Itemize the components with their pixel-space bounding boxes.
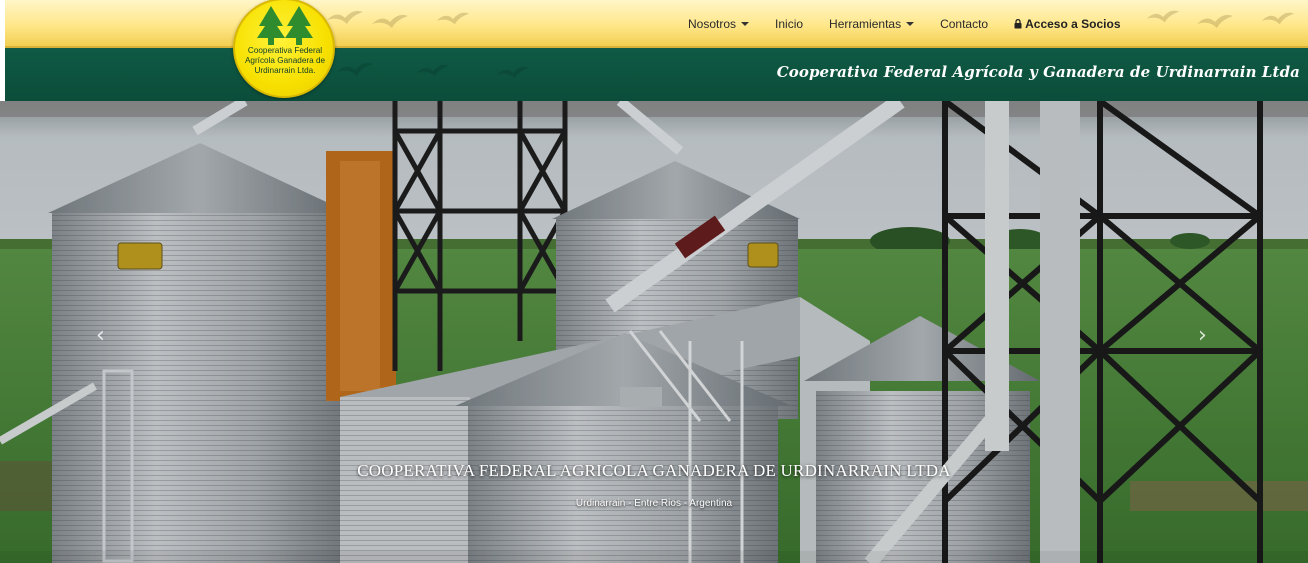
hero-carousel: ‹ › COOPERATIVA FEDERAL AGRICOLA GANADER…	[0, 101, 1308, 563]
carousel-indicators	[0, 551, 1308, 563]
nav-acceso-socios-link[interactable]: Acceso a Socios	[1001, 17, 1133, 31]
logo-line: Agrícola Ganadera de	[244, 56, 326, 65]
logo-line: Cooperativa Federal	[247, 46, 323, 55]
bird-decoration-icon	[327, 10, 363, 24]
tree-logo-icon	[257, 6, 313, 45]
carousel-prev-button[interactable]: ‹	[96, 323, 105, 348]
top-bar: Nosotros Inicio Herramientas Contacto Ac…	[5, 0, 1308, 48]
lock-icon	[1014, 19, 1022, 29]
bird-decoration-icon	[416, 64, 450, 77]
caret-down-icon	[741, 22, 750, 26]
nav-label: Acceso a Socios	[1025, 17, 1121, 31]
silo-photo	[0, 101, 1308, 563]
nav-label: Contacto	[940, 17, 989, 31]
nav-label: Nosotros	[688, 17, 737, 31]
nav-label: Herramientas	[829, 17, 902, 31]
hero-subtitle: Urdinarrain - Entre Rios - Argentina	[575, 498, 733, 509]
bird-decoration-icon	[436, 12, 470, 25]
site-header: Nosotros Inicio Herramientas Contacto Ac…	[0, 0, 1308, 101]
bird-decoration-icon	[337, 62, 373, 76]
bird-decoration-icon	[372, 14, 408, 28]
nav-inicio-link[interactable]: Inicio	[762, 17, 816, 31]
main-navigation: Nosotros Inicio Herramientas Contacto Ac…	[675, 0, 1134, 48]
nav-nosotros-dropdown[interactable]: Nosotros	[675, 17, 762, 31]
site-tagline: Cooperativa Federal Agrícola y Ganadera …	[776, 63, 1300, 81]
bird-decoration-icon	[1197, 14, 1233, 28]
bird-decoration-icon	[1146, 10, 1180, 23]
nav-herramientas-dropdown[interactable]: Herramientas	[816, 17, 927, 31]
chevron-right-icon: ›	[1198, 323, 1207, 348]
cooperative-logo[interactable]: Cooperativa Federal Agrícola Ganadera de…	[233, 0, 335, 98]
chevron-left-icon: ‹	[96, 323, 105, 348]
caret-down-icon	[906, 22, 915, 26]
carousel-next-button[interactable]: ›	[1198, 323, 1207, 348]
logo-line: Urdinarrain Ltda.	[254, 66, 316, 75]
bird-decoration-icon	[496, 66, 530, 79]
logo-text: Cooperativa Federal Agrícola Ganadera de…	[239, 46, 331, 76]
hero-title: COOPERATIVA FEDERAL AGRICOLA GANADERA DE…	[357, 461, 951, 480]
nav-contacto-link[interactable]: Contacto	[927, 17, 1001, 31]
nav-label: Inicio	[775, 17, 804, 31]
bird-decoration-icon	[1261, 12, 1295, 25]
